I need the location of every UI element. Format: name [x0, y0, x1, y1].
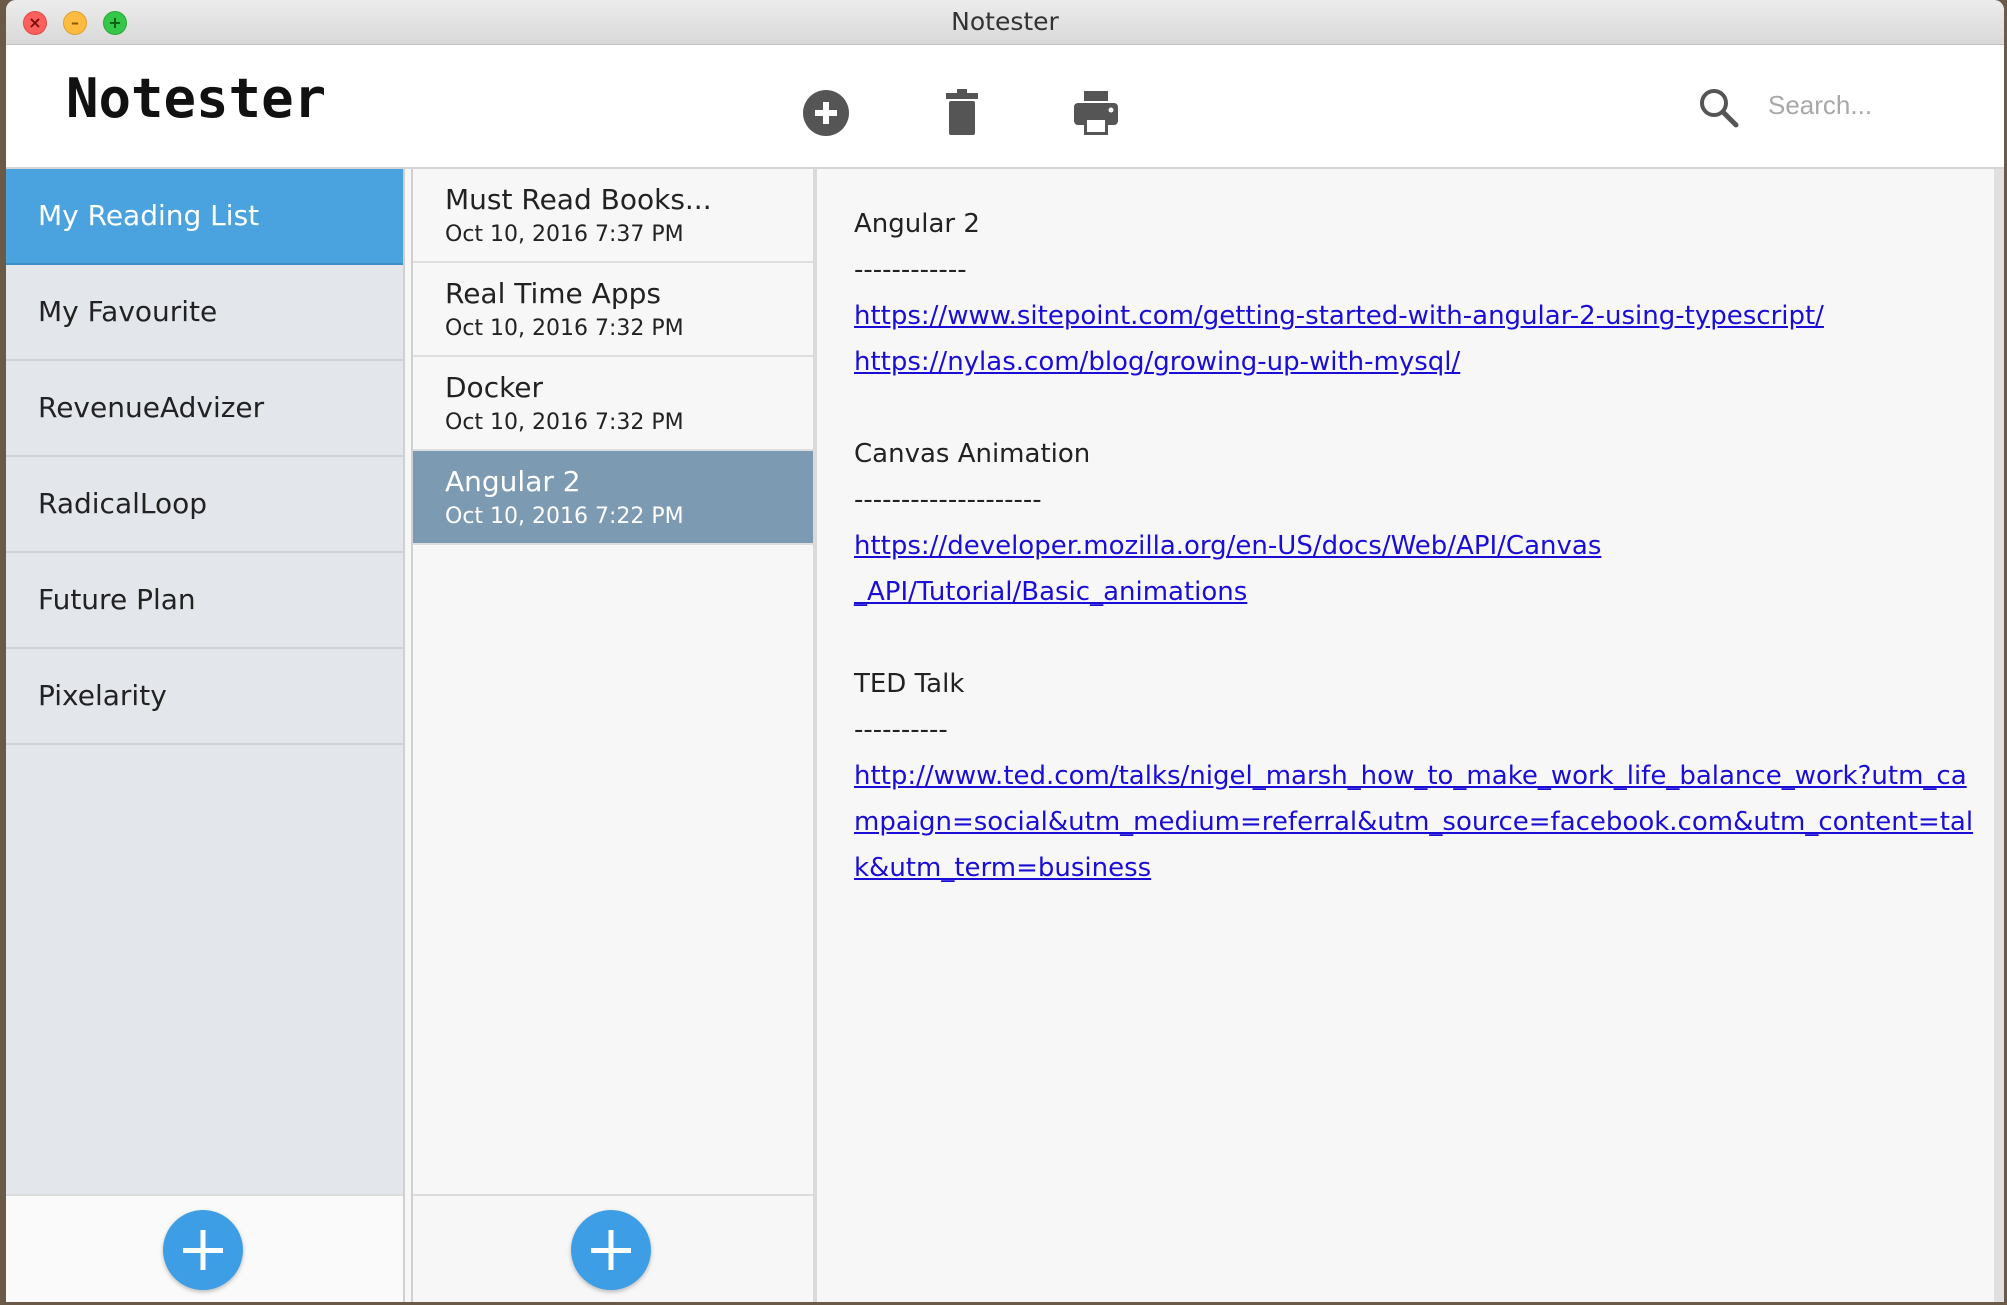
notebook-sidebar: My Reading List My Favourite RevenueAdvi…: [6, 169, 405, 1302]
note-item-must-read-books[interactable]: Must Read Books... Oct 10, 2016 7:37 PM: [413, 169, 813, 263]
sidebar-item-label: RadicalLoop: [38, 487, 208, 520]
sidebar-item-my-favourite[interactable]: My Favourite: [6, 265, 403, 361]
note-list: Must Read Books... Oct 10, 2016 7:37 PM …: [411, 169, 817, 1302]
window-title: Notester: [951, 7, 1059, 36]
sidebar-footer: [6, 1194, 403, 1302]
section-rule: ------------: [854, 255, 967, 285]
delete-note-button[interactable]: [932, 83, 992, 143]
add-note-fab-button[interactable]: [571, 1210, 651, 1290]
sidebar-item-radicalloop[interactable]: RadicalLoop: [6, 457, 403, 553]
note-item-real-time-apps[interactable]: Real Time Apps Oct 10, 2016 7:32 PM: [413, 263, 813, 357]
note-editor[interactable]: Angular 2 ------------ https://www.sitep…: [821, 169, 1999, 1302]
add-note-button[interactable]: [796, 83, 856, 143]
print-note-button[interactable]: [1066, 83, 1126, 143]
plus-circle-icon: [803, 90, 849, 136]
note-item-docker[interactable]: Docker Oct 10, 2016 7:32 PM: [413, 357, 813, 451]
note-title: Must Read Books...: [445, 183, 712, 216]
app-title: Notester: [66, 67, 327, 130]
note-date: Oct 10, 2016 7:32 PM: [445, 410, 684, 435]
sidebar-item-my-reading-list[interactable]: My Reading List: [6, 169, 403, 265]
sidebar-item-label: Pixelarity: [38, 679, 167, 712]
plus-icon: [183, 1230, 223, 1270]
note-link[interactable]: https://www.sitepoint.com/getting-starte…: [854, 301, 1824, 331]
editor-scrollbar[interactable]: [1994, 169, 2004, 1302]
plus-icon: [591, 1230, 631, 1270]
sidebar-item-label: My Reading List: [38, 199, 260, 232]
toolbar: Notester: [6, 45, 2004, 169]
note-date: Oct 10, 2016 7:22 PM: [445, 504, 684, 529]
sidebar-item-pixelarity[interactable]: Pixelarity: [6, 649, 403, 745]
note-title: Angular 2: [445, 465, 581, 498]
section-heading: Angular 2: [854, 209, 980, 239]
app-window: × – + Notester Notester Search... My Rea…: [6, 0, 2004, 1302]
section-heading: TED Talk: [854, 669, 965, 699]
sidebar-item-revenueadvizer[interactable]: RevenueAdvizer: [6, 361, 403, 457]
sidebar-item-future-plan[interactable]: Future Plan: [6, 553, 403, 649]
note-link[interactable]: http://www.ted.com/talks/nigel_marsh_how…: [854, 761, 1973, 883]
note-title: Docker: [445, 371, 544, 404]
note-title: Real Time Apps: [445, 277, 661, 310]
section-rule: --------------------: [854, 485, 1042, 515]
search-icon[interactable]: [1696, 85, 1742, 131]
search-input[interactable]: [1766, 79, 1980, 131]
note-date: Oct 10, 2016 7:37 PM: [445, 222, 684, 247]
note-link[interactable]: https://developer.mozilla.org/en-US/docs…: [854, 531, 1601, 607]
note-link[interactable]: https://nylas.com/blog/growing-up-with-m…: [854, 347, 1460, 377]
note-item-angular-2[interactable]: Angular 2 Oct 10, 2016 7:22 PM: [413, 451, 813, 545]
printer-icon: [1074, 91, 1118, 135]
sidebar-item-label: Future Plan: [38, 583, 196, 616]
section-rule: ----------: [854, 715, 948, 745]
note-list-footer: [413, 1194, 813, 1302]
sidebar-item-label: RevenueAdvizer: [38, 391, 265, 424]
title-bar: × – + Notester: [6, 0, 2004, 45]
note-body[interactable]: Angular 2 ------------ https://www.sitep…: [854, 201, 1984, 891]
sidebar-item-label: My Favourite: [38, 295, 218, 328]
add-notebook-button[interactable]: [163, 1210, 243, 1290]
note-date: Oct 10, 2016 7:32 PM: [445, 316, 684, 341]
section-heading: Canvas Animation: [854, 439, 1091, 469]
trash-icon: [946, 89, 978, 135]
